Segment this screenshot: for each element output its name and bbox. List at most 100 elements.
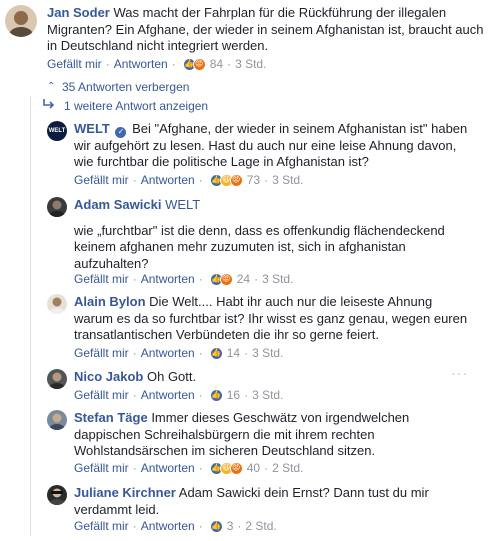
comment-line: wie furchtbar die politische Lage in Afg… [74,154,369,170]
angry-reaction-icon: 😡 [229,173,243,187]
avatar-photo-icon [47,197,67,217]
welt-logo-icon: WELT [48,127,66,134]
reactions[interactable]: 👍 😆 😡 [209,461,243,475]
separator: · [132,272,137,286]
reply-button[interactable]: Antworten [141,172,195,188]
separator: · [237,519,242,533]
avatar-photo-icon [47,369,67,389]
comment-body-jan-soder: Jan Soder Was macht der Fahrplan für die… [47,5,487,55]
reply-button[interactable]: Antworten [141,271,195,287]
like-button[interactable]: Gefällt mir [74,518,129,534]
more-replies-link[interactable]: 1 weitere Antwort anzeigen [42,98,208,115]
like-reaction-icon: 👍 [209,388,223,402]
comment-actions: Gefällt mir · Antworten · 👍 😡 24 · 3 Std… [74,271,293,287]
separator: · [132,346,137,360]
reaction-count: 16 [226,388,241,402]
avatar-photo-icon [5,5,37,37]
reply-button[interactable]: Antworten [141,518,195,534]
separator: · [198,272,203,286]
reply-button[interactable]: Antworten [141,460,195,476]
timestamp[interactable]: 3 Std. [272,172,303,188]
comment-line: wir aufgehört zu lesen. Hast du auch nur… [74,137,457,153]
reply-button[interactable]: Antworten [141,387,195,403]
reaction-count: 40 [246,461,261,475]
comment-text: Was macht der Fahrplan für die Rückführu… [47,5,484,53]
angry-reaction-icon: 😡 [229,461,243,475]
like-button[interactable]: Gefällt mir [74,271,129,287]
comment-line: dappischen Schreihalsbürgern die mit ihr… [74,426,375,442]
author-name[interactable]: WELT [74,121,110,136]
avatar-welt[interactable]: WELT [47,121,67,141]
reactions[interactable]: 👍 [209,519,223,533]
author-name[interactable]: Adam Sawicki [74,197,161,212]
comment-line: aufzuhalten? [74,255,149,271]
comment-line: Wohlstandsärschen im sicheren Deutschlan… [74,443,376,458]
avatar-jan-soder[interactable] [5,5,37,37]
hide-replies-link[interactable]: ⌃ 35 Antworten verbergen [47,79,189,96]
more-options-icon[interactable]: ··· [451,365,468,382]
like-button[interactable]: Gefällt mir [74,172,129,188]
comment-body-welt: WELT ✓ Bei "Afghane, der wieder in seine… [74,121,494,171]
chevron-up-icon: ⌃ [47,81,56,92]
timestamp[interactable]: 2 Std. [272,460,303,476]
avatar-photo-icon [47,294,67,314]
timestamp[interactable]: 3 Std. [252,345,283,361]
comment-line: Immer dieses Geschwätz von irgendwelchen [151,410,410,425]
separator: · [254,272,259,286]
comment-actions: Gefällt mir · Antworten · 👍 3 · 2 Std. [74,518,277,534]
separator: · [244,388,249,402]
avatar-photo-icon [47,485,67,505]
comment-body-nico-jakob: Nico Jakob Oh Gott. [74,369,434,386]
separator: · [198,388,203,402]
avatar-adam-sawicki[interactable] [47,197,67,217]
comment-line: wie „furchtbar" ist die denn, dass es of… [74,222,445,238]
separator: · [244,346,249,360]
separator: · [198,519,203,533]
author-name[interactable]: Juliane Kirchner [74,485,176,500]
like-button[interactable]: Gefällt mir [74,387,129,403]
reaction-count: 84 [209,57,224,71]
reactions[interactable]: 👍 😡 [182,57,206,71]
reply-button[interactable]: Antworten [114,56,168,72]
reaction-count: 14 [226,346,241,360]
comment-line: Oh Gott. [146,369,197,384]
author-name[interactable]: Stefan Täge [74,410,148,425]
reactions[interactable]: 👍 [209,346,223,360]
separator: · [171,57,176,71]
mention-link[interactable]: WELT [165,197,200,212]
separator: · [132,461,137,475]
avatar-alain-bylon[interactable] [47,294,67,314]
separator: · [198,461,203,475]
reply-button[interactable]: Antworten [141,345,195,361]
timestamp[interactable]: 3 Std. [235,56,266,72]
timestamp[interactable]: 2 Std. [245,518,276,534]
timestamp[interactable]: 3 Std. [252,387,283,403]
comment-body-alain-bylon: Alain Bylon Die Welt.... Habt ihr auch n… [74,294,494,344]
separator: · [132,388,137,402]
comment-line: verdammt leid. [74,501,160,517]
comment-line: transatlantischen Verbündeten die ihr so… [74,327,379,342]
like-button[interactable]: Gefällt mir [47,56,102,72]
avatar-juliane-kirchner[interactable] [47,485,67,505]
like-button[interactable]: Gefällt mir [74,345,129,361]
separator: · [132,173,137,187]
like-button[interactable]: Gefällt mir [74,460,129,476]
avatar-nico-jakob[interactable] [47,369,67,389]
separator: · [198,346,203,360]
timestamp[interactable]: 3 Std. [262,271,293,287]
separator: · [132,519,137,533]
author-name[interactable]: Alain Bylon [74,294,146,309]
reaction-count: 3 [226,519,234,533]
avatar-stefan-taege[interactable] [47,410,67,430]
reactions[interactable]: 👍 😡 [209,272,233,286]
comment-body-adam-sawicki: Adam Sawicki WELT wie „furchtbar" ist di… [74,197,494,272]
like-reaction-icon: 👍 [209,346,223,360]
comment-actions: Gefällt mir · Antworten · 👍 😡 84 · 3 Std… [47,56,266,72]
reply-arrow-icon [42,98,56,115]
author-name[interactable]: Nico Jakob [74,369,143,384]
reactions[interactable]: 👍 [209,388,223,402]
comment-line: Adam Sawicki dein Ernst? Dann tust du mi… [178,485,429,500]
author-name[interactable]: Jan Soder [47,5,110,20]
reactions[interactable]: 👍 😆 😡 [209,173,243,187]
comment-actions: Gefällt mir · Antworten · 👍 14 · 3 Std. [74,345,283,361]
